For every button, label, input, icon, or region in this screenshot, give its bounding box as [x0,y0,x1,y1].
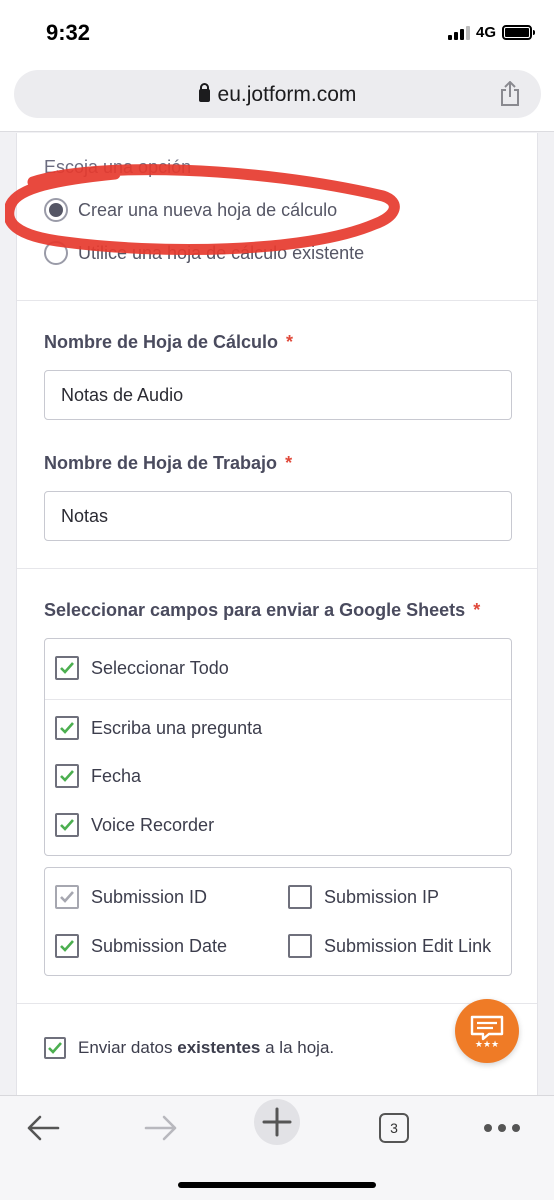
field-label: Escriba una pregunta [91,717,263,738]
more-menu-button[interactable] [477,1108,527,1148]
red-annotation-circle [5,164,400,255]
back-button[interactable] [18,1108,68,1148]
field-row[interactable]: Voice Recorder [55,813,214,837]
status-bar: 9:32 4G [0,0,554,66]
home-indicator [178,1182,376,1188]
submission-id-label: Submission ID [91,886,208,907]
field-row[interactable]: Escriba una pregunta [55,716,262,740]
chat-icon: ★★★ [470,1015,504,1048]
feedback-chat-button[interactable]: ★★★ [455,999,519,1063]
browser-address-area: eu.jotform.com [0,66,554,132]
checkbox-disabled-checked[interactable] [55,885,79,909]
battery-icon [502,25,535,40]
checkbox-unchecked[interactable] [288,885,312,909]
submission-ip-label: Submission IP [324,886,440,907]
checkbox-checked[interactable] [55,764,79,788]
svg-text:★★★: ★★★ [475,1040,499,1048]
checkbox-checked[interactable] [55,656,79,680]
forward-arrow-icon [144,1115,177,1141]
submission-edit-link-row[interactable]: Submission Edit Link [288,934,491,958]
submission-edit-link-label: Submission Edit Link [324,935,492,956]
required-asterisk: * [285,453,293,473]
worksheet-name-label: Nombre de Hoja de Trabajo * [44,453,293,473]
checkbox-checked[interactable] [55,813,79,837]
address-bar[interactable]: eu.jotform.com [14,70,541,118]
required-asterisk: * [286,332,294,352]
divider [17,1003,537,1004]
submission-meta-box: Submission ID Submission IP Submission D… [44,867,512,976]
tab-count: 3 [379,1113,409,1143]
checkbox-checked[interactable] [55,716,79,740]
spreadsheet-name-label: Nombre de Hoja de Cálculo * [44,332,294,352]
form-card: Escoja una opción Crear una nueva hoja d… [5,133,538,1095]
form-fields-box: Seleccionar Todo Escriba una pregunta Fe… [44,638,512,856]
field-label: Voice Recorder [91,814,215,835]
select-all-label: Seleccionar Todo [91,657,229,678]
field-label: Fecha [91,765,142,786]
url-text: eu.jotform.com [217,83,357,106]
checkbox-unchecked[interactable] [288,934,312,958]
worksheet-name-input[interactable]: Notas [44,491,512,541]
submission-id-row[interactable]: Submission ID [55,885,207,909]
forward-button[interactable] [136,1108,186,1148]
send-existing-label: Enviar datos existentes a la hoja. [78,1038,335,1057]
plus-icon [262,1107,292,1137]
spreadsheet-name-input[interactable]: Notas de Audio [44,370,512,420]
lock-icon [198,83,210,102]
share-icon[interactable] [499,81,521,107]
required-asterisk: * [473,600,481,620]
divider [17,300,537,301]
checkbox-checked[interactable] [55,934,79,958]
divider [45,699,511,700]
tabs-button[interactable]: 3 [369,1108,419,1148]
send-existing-row[interactable]: Enviar datos existentes a la hoja. [44,1037,334,1059]
select-all-row[interactable]: Seleccionar Todo [55,656,229,680]
divider [17,568,537,569]
network-type: 4G [475,24,496,41]
submission-date-label: Submission Date [91,935,228,956]
submission-date-row[interactable]: Submission Date [55,934,227,958]
more-dots-icon [484,1124,520,1132]
status-indicators: 4G [447,24,535,41]
status-time: 9:32 [46,20,91,45]
checkbox-checked[interactable] [44,1037,66,1059]
back-arrow-icon [27,1115,60,1141]
field-row[interactable]: Fecha [55,764,141,788]
submission-ip-row[interactable]: Submission IP [288,885,439,909]
fields-label: Seleccionar campos para enviar a Google … [44,600,481,620]
signal-icon [447,25,470,40]
new-tab-button[interactable] [252,1099,302,1145]
